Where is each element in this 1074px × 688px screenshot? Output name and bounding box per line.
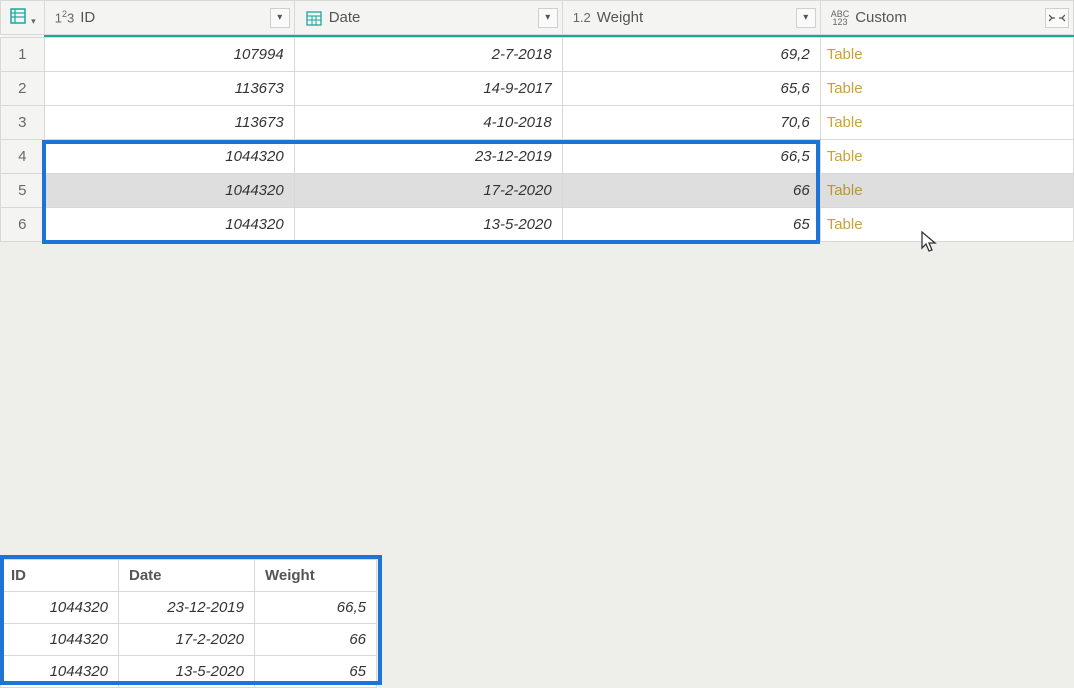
preview-cell-weight[interactable]: 66 [255,624,377,656]
cell-date[interactable]: 13-5-2020 [294,208,562,242]
type-icon-decimal: 1.2 [573,10,591,25]
table-row[interactable]: 211367314-9-201765,6Table [1,72,1074,106]
preview-row[interactable]: 104432013-5-202065 [1,656,377,688]
cell-custom[interactable]: Table [820,38,1073,72]
row-number: 1 [1,38,45,72]
type-icon-int: 123 [55,9,74,25]
table-row[interactable]: 6104432013-5-202065Table [1,208,1074,242]
table-options-header[interactable]: ▾ [1,1,45,35]
column-header-row: ▾ 123 ID ▾ [1,1,1074,35]
table-row[interactable]: 11079942-7-201869,2Table [1,38,1074,72]
empty-area [0,243,1074,553]
table-row[interactable]: 31136734-10-201870,6Table [1,106,1074,140]
table-row[interactable]: 5104432017-2-202066Table [1,174,1074,208]
cell-custom[interactable]: Table [820,106,1073,140]
cell-date[interactable]: 23-12-2019 [294,140,562,174]
preview-cell-id[interactable]: 1044320 [1,624,119,656]
preview-cell-id[interactable]: 1044320 [1,592,119,624]
row-number: 2 [1,72,45,106]
preview-col-id[interactable]: ID [1,560,119,592]
column-label-date: Date [329,9,361,26]
table-row[interactable]: 4104432023-12-201966,5Table [1,140,1074,174]
preview-cell-date[interactable]: 17-2-2020 [119,624,255,656]
cell-id[interactable]: 113673 [44,106,294,140]
column-header-id[interactable]: 123 ID ▾ [44,1,294,35]
cell-date[interactable]: 14-9-2017 [294,72,562,106]
row-number: 3 [1,106,45,140]
cell-weight[interactable]: 65,6 [562,72,820,106]
cell-weight[interactable]: 70,6 [562,106,820,140]
preview-cell-date[interactable]: 13-5-2020 [119,656,255,688]
cell-weight[interactable]: 65 [562,208,820,242]
preview-table[interactable]: ID Date Weight 104432023-12-201966,51044… [0,559,377,688]
expand-button-custom[interactable] [1045,8,1069,28]
cell-id[interactable]: 1044320 [44,140,294,174]
type-icon-any: ABC123 [831,10,850,26]
cell-id[interactable]: 107994 [44,38,294,72]
cell-custom[interactable]: Table [820,140,1073,174]
row-number: 5 [1,174,45,208]
cell-weight[interactable]: 66 [562,174,820,208]
column-label-custom: Custom [855,9,907,26]
preview-col-weight[interactable]: Weight [255,560,377,592]
preview-cell-date[interactable]: 23-12-2019 [119,592,255,624]
preview-cell-weight[interactable]: 65 [255,656,377,688]
cell-id[interactable]: 113673 [44,72,294,106]
column-label-weight: Weight [597,9,643,26]
preview-row[interactable]: 104432023-12-201966,5 [1,592,377,624]
cell-custom[interactable]: Table [820,72,1073,106]
main-data-grid[interactable]: ▾ 123 ID ▾ [0,0,1074,242]
preview-header-row: ID Date Weight [1,560,377,592]
column-header-custom[interactable]: ABC123 Custom [820,1,1073,35]
filter-button-date[interactable]: ▾ [538,8,558,28]
cell-custom[interactable]: Table [820,208,1073,242]
cell-id[interactable]: 1044320 [44,174,294,208]
column-header-date[interactable]: Date ▾ [294,1,562,35]
cell-weight[interactable]: 69,2 [562,38,820,72]
cell-weight[interactable]: 66,5 [562,140,820,174]
column-header-weight[interactable]: 1.2 Weight ▾ [562,1,820,35]
row-number: 6 [1,208,45,242]
column-label-id: ID [80,9,95,26]
filter-button-id[interactable]: ▾ [270,8,290,28]
cell-custom[interactable]: Table [820,174,1073,208]
cell-id[interactable]: 1044320 [44,208,294,242]
preview-col-date[interactable]: Date [119,560,255,592]
row-number: 4 [1,140,45,174]
preview-row[interactable]: 104432017-2-202066 [1,624,377,656]
cell-date[interactable]: 4-10-2018 [294,106,562,140]
preview-cell-weight[interactable]: 66,5 [255,592,377,624]
table-options-icon[interactable] [9,7,27,25]
cell-date[interactable]: 2-7-2018 [294,38,562,72]
cell-date[interactable]: 17-2-2020 [294,174,562,208]
preview-cell-id[interactable]: 1044320 [1,656,119,688]
filter-button-weight[interactable]: ▾ [796,8,816,28]
type-icon-date [305,9,323,27]
